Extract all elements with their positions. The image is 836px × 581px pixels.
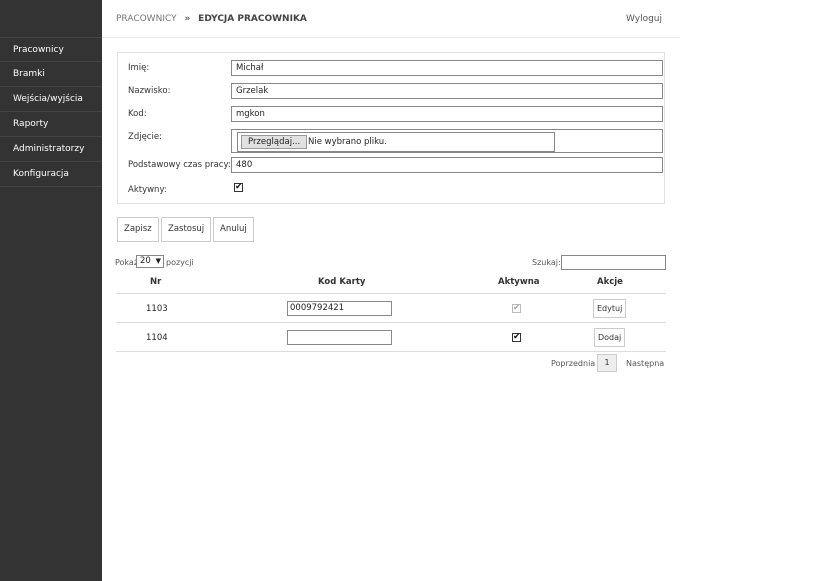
prev-page-link[interactable]: Poprzednia [551, 359, 595, 368]
sidebar-nav: Pracownicy Bramki Wejścia/wyjścia Raport… [0, 37, 102, 187]
check-icon: ✔ [235, 182, 243, 192]
column-header-aktywna[interactable]: Aktywna [498, 277, 539, 287]
table-header-divider [116, 293, 666, 294]
sidebar-item-bramki[interactable]: Bramki [0, 62, 102, 87]
browse-button[interactable]: Przeglądaj... [241, 135, 308, 149]
search-label: Szukaj: [532, 258, 561, 267]
row-active-checkbox: ✔ [512, 303, 521, 313]
page-size-select[interactable]: 20 ▼ [136, 255, 164, 268]
employee-form: Imię: Michał Nazwisko: Grzelak Kod: mgko… [117, 52, 665, 204]
apply-button[interactable]: Zastosuj [161, 217, 212, 242]
first-name-label: Imię: [128, 63, 150, 73]
edit-button[interactable]: Edytuj [593, 299, 627, 318]
show-prefix: Pokaż [115, 258, 139, 267]
page-header: PRACOWNICY » EDYCJA PRACOWNIKA Wyloguj [102, 0, 680, 38]
active-row: Aktywny: ✔ [128, 182, 664, 198]
card-code-input[interactable] [287, 330, 392, 345]
add-button[interactable]: Dodaj [594, 328, 626, 347]
photo-label: Zdjęcie: [128, 132, 162, 142]
page-1-button[interactable]: 1 [597, 354, 617, 372]
breadcrumb: PRACOWNICY » EDYCJA PRACOWNIKA [116, 14, 307, 24]
next-page-link[interactable]: Następna [626, 359, 664, 368]
first-name-input[interactable]: Michał [231, 60, 663, 76]
check-icon: ✔ [513, 332, 521, 342]
page-size-value: 20 [140, 256, 151, 266]
photo-row: Zdjęcie: Przeglądaj... Nie wybrano pliku… [128, 129, 664, 153]
photo-file-field: Przeglądaj... Nie wybrano pliku. [231, 129, 663, 153]
sidebar-item-administratorzy[interactable]: Administratorzy [0, 137, 102, 162]
cancel-button[interactable]: Anuluj [213, 217, 254, 242]
file-status: Nie wybrano pliku. [308, 137, 387, 147]
card-code-input[interactable]: 0009792421 [287, 301, 392, 316]
breadcrumb-separator: » [184, 14, 191, 24]
logout-link[interactable]: Wyloguj [626, 14, 662, 24]
last-name-input[interactable]: Grzelak [231, 83, 663, 99]
code-row: Kod: mgkon [128, 106, 664, 122]
breadcrumb-current: EDYCJA PRACOWNIKA [198, 14, 307, 24]
photo-file-input[interactable]: Przeglądaj... Nie wybrano pliku. [237, 132, 555, 152]
worktime-label: Podstawowy czas pracy: [128, 160, 231, 170]
save-button[interactable]: Zapisz [117, 217, 159, 242]
check-icon: ✔ [513, 303, 521, 313]
active-label: Aktywny: [128, 185, 167, 195]
row-nr: 1103 [146, 304, 168, 314]
column-header-kod-karty[interactable]: Kod Karty [318, 277, 365, 287]
row-divider [116, 351, 666, 352]
active-checkbox[interactable]: ✔ [234, 182, 243, 192]
last-name-row: Nazwisko: Grzelak [128, 83, 664, 99]
code-input[interactable]: mgkon [231, 106, 663, 122]
column-header-nr[interactable]: Nr [150, 277, 161, 287]
search-input[interactable] [561, 255, 666, 270]
row-divider [116, 322, 666, 323]
worktime-input[interactable]: 480 [231, 157, 663, 173]
row-nr: 1104 [146, 333, 168, 343]
sidebar-item-raporty[interactable]: Raporty [0, 112, 102, 137]
worktime-row: Podstawowy czas pracy: 480 [128, 157, 664, 173]
sidebar-item-pracownicy[interactable]: Pracownicy [0, 37, 102, 62]
column-header-akcje[interactable]: Akcje [597, 277, 623, 287]
last-name-label: Nazwisko: [128, 86, 171, 96]
sidebar-item-konfiguracja[interactable]: Konfiguracja [0, 162, 102, 187]
breadcrumb-parent[interactable]: PRACOWNICY [116, 14, 177, 24]
row-active-checkbox[interactable]: ✔ [512, 332, 521, 342]
show-suffix: pozycji [166, 258, 194, 267]
main-content: PRACOWNICY » EDYCJA PRACOWNIKA Wyloguj I… [102, 0, 836, 581]
chevron-down-icon: ▼ [155, 257, 161, 265]
sidebar-item-wejscia-wyjscia[interactable]: Wejścia/wyjścia [0, 87, 102, 112]
sidebar: Pracownicy Bramki Wejścia/wyjścia Raport… [0, 0, 102, 581]
first-name-row: Imię: Michał [128, 60, 664, 76]
code-label: Kod: [128, 109, 147, 119]
